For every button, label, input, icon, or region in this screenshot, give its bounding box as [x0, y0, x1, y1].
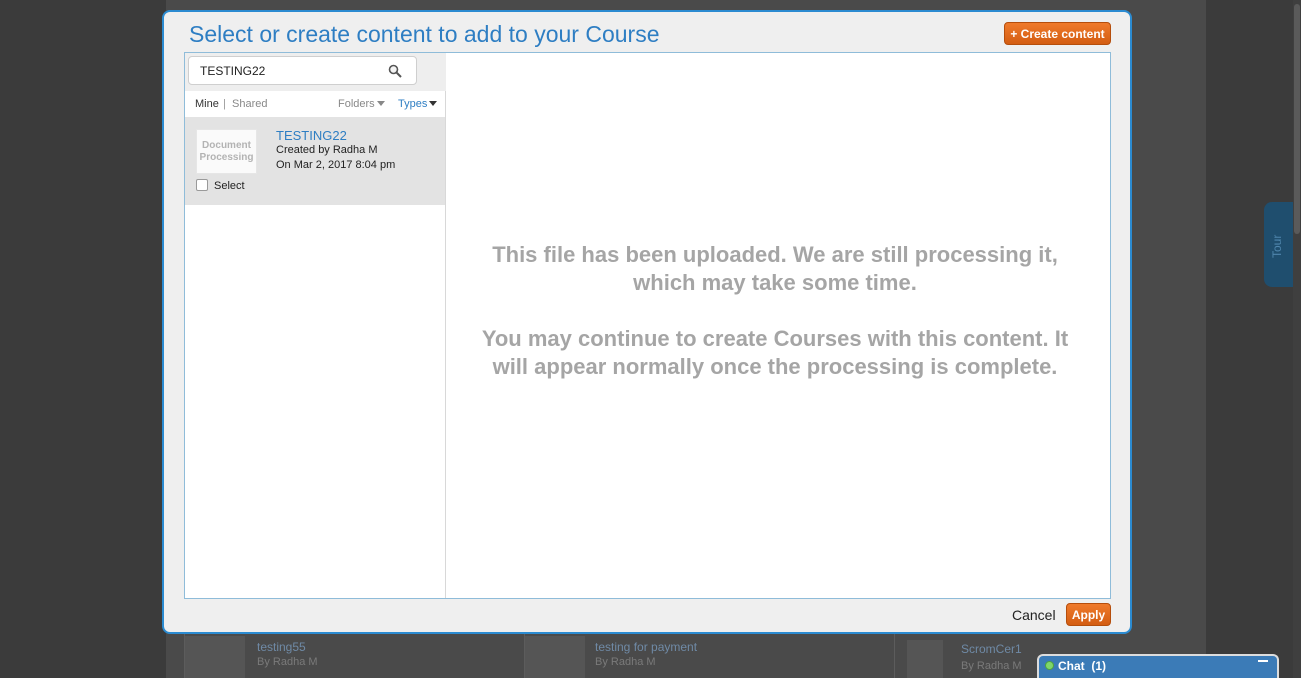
content-list-panel: Mine | Shared Folders Types Document Pro…: [185, 53, 446, 598]
filter-folders-dropdown[interactable]: Folders: [338, 98, 385, 110]
filter-folders-label: Folders: [338, 98, 375, 110]
background-card-author: By Radha M: [257, 656, 318, 668]
background-card: testing55 By Radha M: [184, 634, 524, 678]
chat-bar[interactable]: Chat (1): [1037, 654, 1279, 678]
search-icon[interactable]: [388, 64, 402, 78]
background-card-author: By Radha M: [961, 660, 1022, 672]
chat-count: (1): [1091, 659, 1107, 673]
item-created-on: On Mar 2, 2017 8:04 pm: [276, 159, 396, 171]
minimize-icon[interactable]: [1258, 660, 1268, 662]
background-card: testing for payment By Radha M: [524, 634, 884, 678]
chat-label: Chat (1): [1058, 659, 1106, 673]
select-content-modal: Select or create content to add to your …: [162, 10, 1132, 634]
select-label[interactable]: Select: [214, 180, 245, 192]
filter-types-dropdown[interactable]: Types: [398, 98, 438, 110]
search-area: [185, 53, 446, 91]
select-checkbox[interactable]: [196, 179, 208, 191]
background-card-author: By Radha M: [595, 656, 656, 668]
processing-message-line1: This file has been uploaded. We are stil…: [492, 242, 1058, 295]
chat-title: Chat: [1058, 659, 1085, 673]
filter-separator: |: [223, 98, 226, 110]
processing-message-line2: You may continue to create Courses with …: [481, 326, 1069, 379]
background-card-thumbnail: [525, 636, 585, 678]
background-card-thumbnail: [185, 636, 245, 678]
tour-tab[interactable]: Tour: [1264, 202, 1294, 287]
content-picker: Mine | Shared Folders Types Document Pro…: [184, 52, 1111, 599]
search-input[interactable]: [200, 63, 380, 79]
background-card-thumbnail: [907, 640, 943, 678]
filter-row: Mine | Shared Folders Types: [185, 91, 446, 117]
background-card-title: testing for payment: [595, 640, 698, 654]
apply-button[interactable]: Apply: [1066, 603, 1111, 626]
list-item[interactable]: Document Processing Select TESTING22 Cre…: [185, 117, 445, 205]
document-processing-thumbnail: Document Processing: [196, 129, 257, 174]
online-status-icon: [1045, 661, 1054, 670]
search-box: [188, 56, 417, 85]
tour-tab-label: Tour: [1270, 234, 1284, 258]
create-content-button[interactable]: + Create content: [1004, 22, 1111, 45]
modal-title: Select or create content to add to your …: [189, 21, 660, 47]
background-card-title: testing55: [257, 640, 306, 654]
cancel-button[interactable]: Cancel: [1012, 607, 1056, 623]
chevron-down-icon: [376, 101, 385, 106]
filter-types-label: Types: [398, 98, 428, 110]
item-created-by: Created by Radha M: [276, 144, 378, 156]
filter-shared[interactable]: Shared: [232, 98, 267, 110]
filter-mine[interactable]: Mine: [195, 98, 219, 110]
item-title-link[interactable]: TESTING22: [276, 128, 347, 143]
page-scrollbar-thumb[interactable]: [1294, 4, 1300, 234]
page-scrollbar[interactable]: [1293, 0, 1301, 678]
background-card-title: ScromCer1: [961, 642, 1022, 656]
chevron-down-icon: [429, 101, 438, 106]
processing-message: This file has been uploaded. We are stil…: [475, 241, 1075, 381]
